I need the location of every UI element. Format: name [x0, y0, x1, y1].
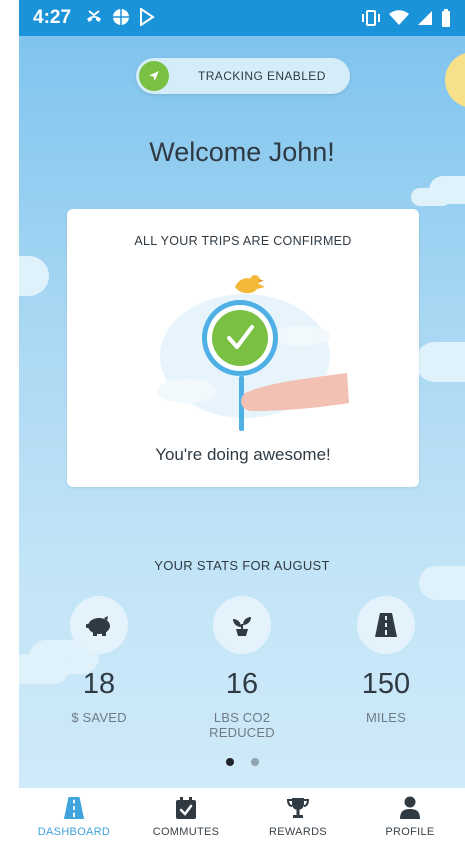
app-screen: TRACKING ENABLED Welcome John! ALL YOUR …	[19, 0, 465, 841]
trophy-icon	[286, 798, 310, 818]
tab-label: PROFILE	[385, 826, 435, 838]
notification-icons	[85, 8, 155, 26]
status-bar: 4:27	[19, 0, 465, 36]
stat-label: LBS CO2 REDUCED	[209, 710, 275, 740]
status-time: 4:27	[33, 7, 72, 28]
stat-label: MILES	[365, 710, 406, 725]
trips-status-card: ALL YOUR TRIPS ARE CONFIRMED You're doin…	[67, 209, 419, 487]
cloud-decoration	[415, 342, 465, 382]
tab-commutes[interactable]: COMMUTES	[131, 796, 241, 838]
welcome-heading: Welcome John!	[149, 137, 335, 167]
bottom-navigation: DASHBOARD COMMUTES REWARDS PROFILE	[19, 788, 465, 841]
card-title: ALL YOUR TRIPS ARE CONFIRMED	[134, 234, 352, 248]
tab-dashboard[interactable]: DASHBOARD	[19, 796, 129, 838]
stat-value: 18	[82, 668, 116, 700]
tracking-status-indicator	[139, 61, 169, 91]
stat-icon-circle	[70, 596, 128, 654]
vibrate-icon	[362, 10, 380, 26]
page-dot-active[interactable]	[225, 758, 234, 766]
system-status-icons	[361, 9, 451, 27]
cloud-decoration	[19, 256, 49, 296]
stat-icon-circle	[357, 596, 415, 654]
stat-saved: 18 $ SAVED	[39, 596, 159, 725]
tab-profile[interactable]: PROFILE	[355, 796, 465, 838]
tab-rewards[interactable]: REWARDS	[243, 796, 353, 838]
tab-label: COMMUTES	[152, 826, 220, 838]
page-dot[interactable]	[250, 758, 259, 766]
calendar-check-icon	[176, 797, 196, 819]
road-icon	[375, 613, 397, 637]
signal-icon	[418, 11, 432, 25]
stat-label: $ SAVED	[71, 710, 127, 725]
stat-value: 150	[361, 668, 411, 700]
cloud-decoration	[411, 188, 451, 206]
stat-value: 16	[225, 668, 259, 700]
plant-icon	[233, 617, 251, 636]
sun-decoration	[445, 52, 465, 108]
tracking-toggle[interactable]: TRACKING ENABLED	[136, 58, 350, 94]
missed-call-icon	[87, 10, 101, 22]
piggy-bank-icon	[86, 616, 110, 636]
stat-miles: 150 MILES	[326, 596, 446, 725]
stat-icon-circle	[213, 596, 271, 654]
person-icon	[400, 796, 420, 819]
sky-background: TRACKING ENABLED Welcome John! ALL YOUR …	[19, 36, 465, 788]
tracking-label: TRACKING ENABLED	[198, 69, 326, 83]
battery-icon	[442, 9, 450, 27]
stats-title: YOUR STATS FOR AUGUST	[154, 558, 330, 573]
play-store-icon	[140, 8, 155, 26]
encouragement-message: You're doing awesome!	[155, 445, 331, 464]
page-indicator[interactable]	[19, 758, 465, 766]
tab-label: DASHBOARD	[37, 826, 111, 838]
location-arrow-icon	[149, 71, 159, 81]
stat-co2: 16 LBS CO2 REDUCED	[182, 596, 302, 740]
tab-label: REWARDS	[269, 826, 327, 838]
confirmed-trips-illustration	[157, 275, 349, 431]
wifi-icon	[389, 10, 409, 25]
road-icon	[63, 797, 85, 819]
basketball-icon	[113, 9, 129, 25]
